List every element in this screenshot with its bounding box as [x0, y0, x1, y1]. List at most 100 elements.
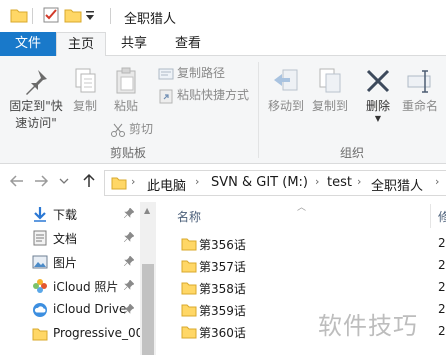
up-button[interactable]	[80, 173, 98, 193]
file-date: 2	[438, 280, 446, 294]
ribbon: 固定到"快 速访问" 复制 粘贴 复制路径 粘贴快捷方式 剪切 剪贴板 移动到 …	[0, 56, 446, 164]
copy-to-label: 复制到	[311, 99, 348, 113]
rename-icon	[407, 70, 431, 93]
copy-path-label: 复制路径	[177, 66, 226, 80]
nav-item-progressive[interactable]: Progressive_00	[0, 322, 144, 346]
nav-item-documents[interactable]: 文档	[0, 226, 140, 250]
scroll-up-icon[interactable]: ▲	[144, 206, 150, 215]
breadcrumb-separator[interactable]: ›	[315, 175, 319, 188]
tab-file[interactable]: 文件	[0, 32, 56, 56]
pin-label-line1: 固定到"快	[9, 99, 63, 113]
arrow-right-icon	[35, 175, 49, 187]
address-box[interactable]: › 此电脑 › SVN & GIT (M:) › test › 全职猎人 ›	[104, 170, 446, 196]
nav-item-downloads[interactable]: 下载	[0, 202, 140, 226]
copy-to-icon	[319, 68, 341, 93]
folder-icon	[181, 304, 197, 317]
table-row[interactable]: 第356话 2	[157, 233, 446, 255]
table-row[interactable]: 第357话 2	[157, 255, 446, 277]
paste-button[interactable]: 粘贴	[106, 66, 146, 115]
file-name: 第356话	[199, 238, 246, 252]
clipboard-group-label: 剪贴板	[110, 146, 147, 160]
breadcrumb-current-folder[interactable]: 全职猎人	[371, 175, 423, 194]
nav-item-icloud-drive[interactable]: iCloud Drive	[0, 298, 140, 322]
folder-icon	[181, 260, 197, 273]
breadcrumb-separator[interactable]: ›	[435, 175, 439, 188]
nav-item-label: iCloud Drive	[53, 302, 127, 316]
rename-button[interactable]: 重命名	[396, 66, 444, 115]
delete-button[interactable]: 删除 ▼	[362, 66, 394, 123]
pin-icon	[124, 232, 134, 242]
breadcrumb-separator[interactable]: ›	[131, 175, 135, 188]
file-date: 2	[438, 258, 446, 272]
delete-icon	[366, 69, 390, 93]
tab-home[interactable]: 主页	[56, 32, 106, 57]
copy-to-button[interactable]: 复制到	[306, 66, 354, 115]
breadcrumb-test[interactable]: test	[327, 175, 352, 190]
move-to-label: 移动到	[267, 99, 304, 113]
nav-item-label: 下载	[53, 208, 78, 222]
breadcrumb-separator[interactable]: ›	[195, 175, 199, 188]
navigation-pane: 下载 文档 图片 iCloud 照片 iCloud Drive Progress…	[0, 202, 156, 355]
pin-icon	[124, 208, 134, 218]
icloud-photos-icon	[33, 279, 47, 293]
toolbar-separator	[110, 8, 111, 24]
copy-label: 复制	[72, 99, 97, 113]
column-header-row: 名称 ︿ 修	[157, 202, 446, 232]
table-row[interactable]: 第358话 2	[157, 277, 446, 299]
toolbar-separator	[32, 8, 33, 24]
window-title: 全职猎人	[124, 12, 177, 27]
move-to-icon	[274, 69, 298, 91]
tab-view[interactable]: 查看	[164, 32, 212, 56]
nav-item-label: 文档	[53, 232, 78, 246]
nav-item-label: Progressive_00	[53, 326, 144, 340]
pin-to-quick-access-button[interactable]: 固定到"快 速访问"	[4, 66, 68, 132]
folder-icon	[32, 328, 48, 341]
breadcrumb-this-pc[interactable]: 此电脑	[147, 175, 186, 194]
properties-icon[interactable]	[42, 6, 60, 24]
file-name: 第359话	[199, 304, 246, 318]
breadcrumb-drive[interactable]: SVN & GIT (M:)	[211, 175, 308, 190]
move-to-button[interactable]: 移动到	[264, 66, 308, 115]
column-divider[interactable]	[430, 204, 431, 228]
scrollbar-thumb[interactable]	[142, 264, 154, 355]
forward-button[interactable]	[32, 173, 50, 193]
nav-item-label: iCloud 照片	[53, 280, 119, 294]
picture-icon	[32, 255, 48, 269]
watermark: 软件技巧	[318, 312, 418, 340]
paste-shortcut-button[interactable]: 粘贴快捷方式	[158, 86, 249, 104]
pin-icon	[124, 280, 134, 290]
file-date: 2	[438, 236, 446, 250]
chevron-down-icon	[59, 178, 69, 184]
file-date: 2	[438, 324, 446, 338]
file-name: 第357话	[199, 260, 246, 274]
rename-label: 重命名	[401, 99, 438, 113]
cut-button[interactable]: 剪切	[110, 120, 153, 138]
paste-icon	[116, 67, 136, 94]
ribbon-tabs: 文件 主页 共享 查看	[0, 32, 446, 57]
folder-icon	[111, 177, 127, 190]
copy-path-icon	[158, 68, 174, 79]
navigation-scrollbar[interactable]: ▲	[140, 202, 156, 355]
breadcrumb-separator[interactable]: ›	[357, 175, 361, 188]
icloud-drive-icon	[33, 303, 47, 317]
address-bar-row: › 此电脑 › SVN & GIT (M:) › test › 全职猎人 ›	[0, 164, 446, 202]
recent-locations-button[interactable]	[58, 173, 70, 193]
file-date: 2	[438, 302, 446, 316]
customize-toolbar-icon[interactable]	[84, 6, 96, 24]
tab-share[interactable]: 共享	[110, 32, 158, 56]
new-folder-icon[interactable]	[64, 6, 82, 24]
copy-button[interactable]: 复制	[66, 66, 104, 115]
nav-item-icloud-photos[interactable]: iCloud 照片	[0, 274, 140, 298]
copy-path-button[interactable]: 复制路径	[158, 64, 225, 82]
delete-dropdown-icon[interactable]: ▼	[362, 115, 394, 123]
column-header-name[interactable]: 名称	[177, 208, 201, 225]
organize-group-label: 组织	[340, 146, 365, 160]
column-header-date-modified[interactable]: 修	[438, 208, 446, 225]
folder-icon	[181, 238, 197, 251]
copy-icon	[75, 68, 96, 93]
nav-item-pictures[interactable]: 图片	[0, 250, 140, 274]
folder-icon[interactable]	[10, 6, 28, 24]
delete-label: 删除	[365, 99, 390, 113]
back-button[interactable]	[8, 173, 26, 193]
file-name: 第358话	[199, 282, 246, 296]
